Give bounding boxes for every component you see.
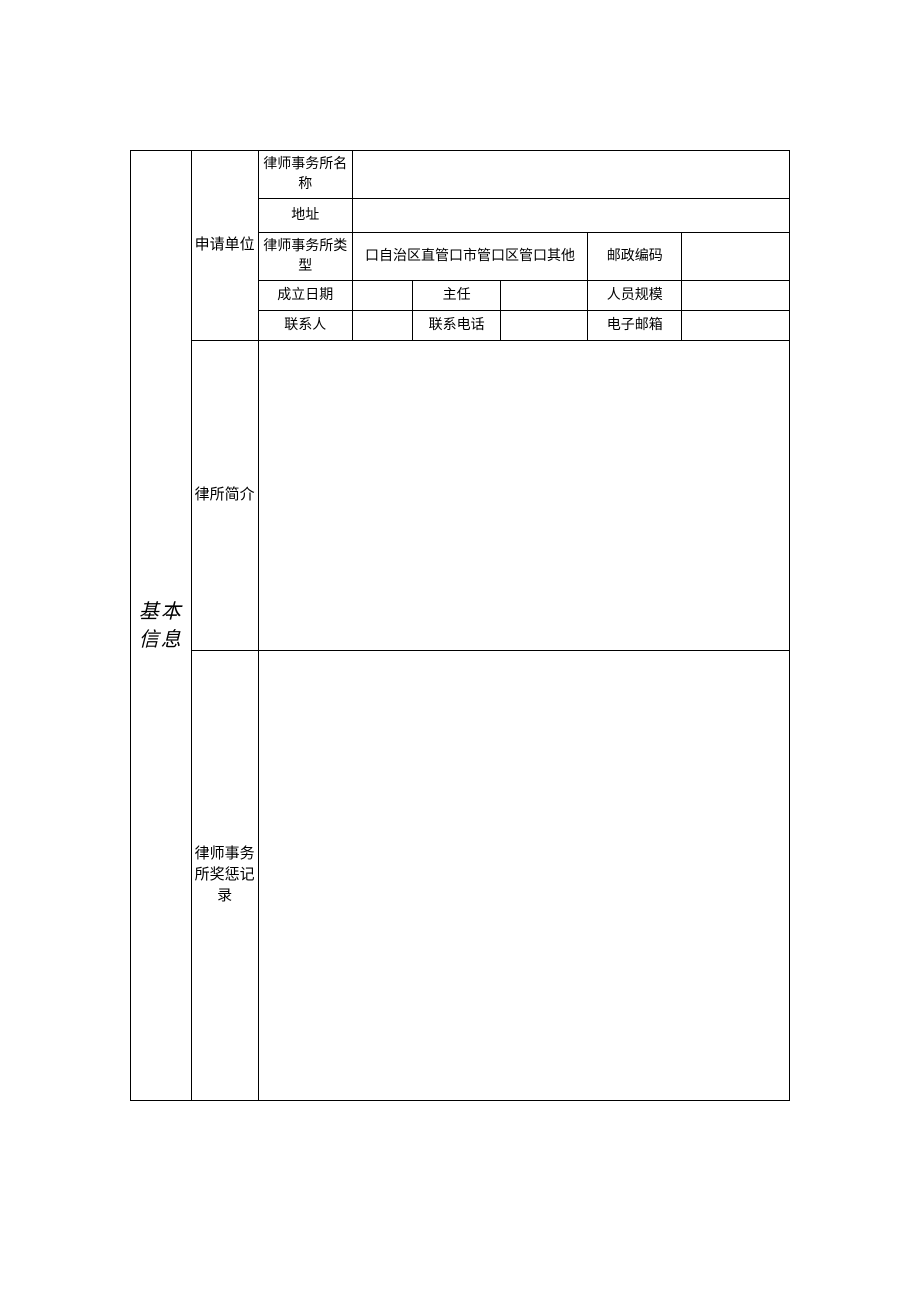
director-label: 主任 bbox=[413, 281, 500, 311]
address-label: 地址 bbox=[258, 199, 352, 233]
firm-record-label: 律师事务所奖惩记录 bbox=[191, 651, 258, 1101]
postal-code-value[interactable] bbox=[682, 233, 790, 281]
firm-type-label: 律师事务所类型 bbox=[258, 233, 352, 281]
contact-phone-value[interactable] bbox=[500, 311, 587, 341]
basic-info-table: 基本信息 申请单位 律师事务所名称 地址 律师事务所类型 口自治区直管口市管口区… bbox=[130, 150, 790, 1101]
firm-type-options[interactable]: 口自治区直管口市管口区管口其他 bbox=[352, 233, 587, 281]
firm-intro-label: 律所简介 bbox=[191, 341, 258, 651]
address-value[interactable] bbox=[352, 199, 789, 233]
contact-phone-label: 联系电话 bbox=[413, 311, 500, 341]
staff-size-value[interactable] bbox=[682, 281, 790, 311]
email-value[interactable] bbox=[682, 311, 790, 341]
firm-intro-value[interactable] bbox=[258, 341, 789, 651]
firm-name-value[interactable] bbox=[352, 151, 789, 199]
establish-date-label: 成立日期 bbox=[258, 281, 352, 311]
firm-name-label: 律师事务所名称 bbox=[258, 151, 352, 199]
postal-code-label: 邮政编码 bbox=[588, 233, 682, 281]
director-value[interactable] bbox=[500, 281, 587, 311]
firm-record-value[interactable] bbox=[258, 651, 789, 1101]
main-section-label: 基本信息 bbox=[131, 151, 192, 1101]
email-label: 电子邮箱 bbox=[588, 311, 682, 341]
contact-person-label: 联系人 bbox=[258, 311, 352, 341]
staff-size-label: 人员规模 bbox=[588, 281, 682, 311]
contact-person-value[interactable] bbox=[352, 311, 413, 341]
establish-date-value[interactable] bbox=[352, 281, 413, 311]
application-unit-label: 申请单位 bbox=[191, 151, 258, 341]
